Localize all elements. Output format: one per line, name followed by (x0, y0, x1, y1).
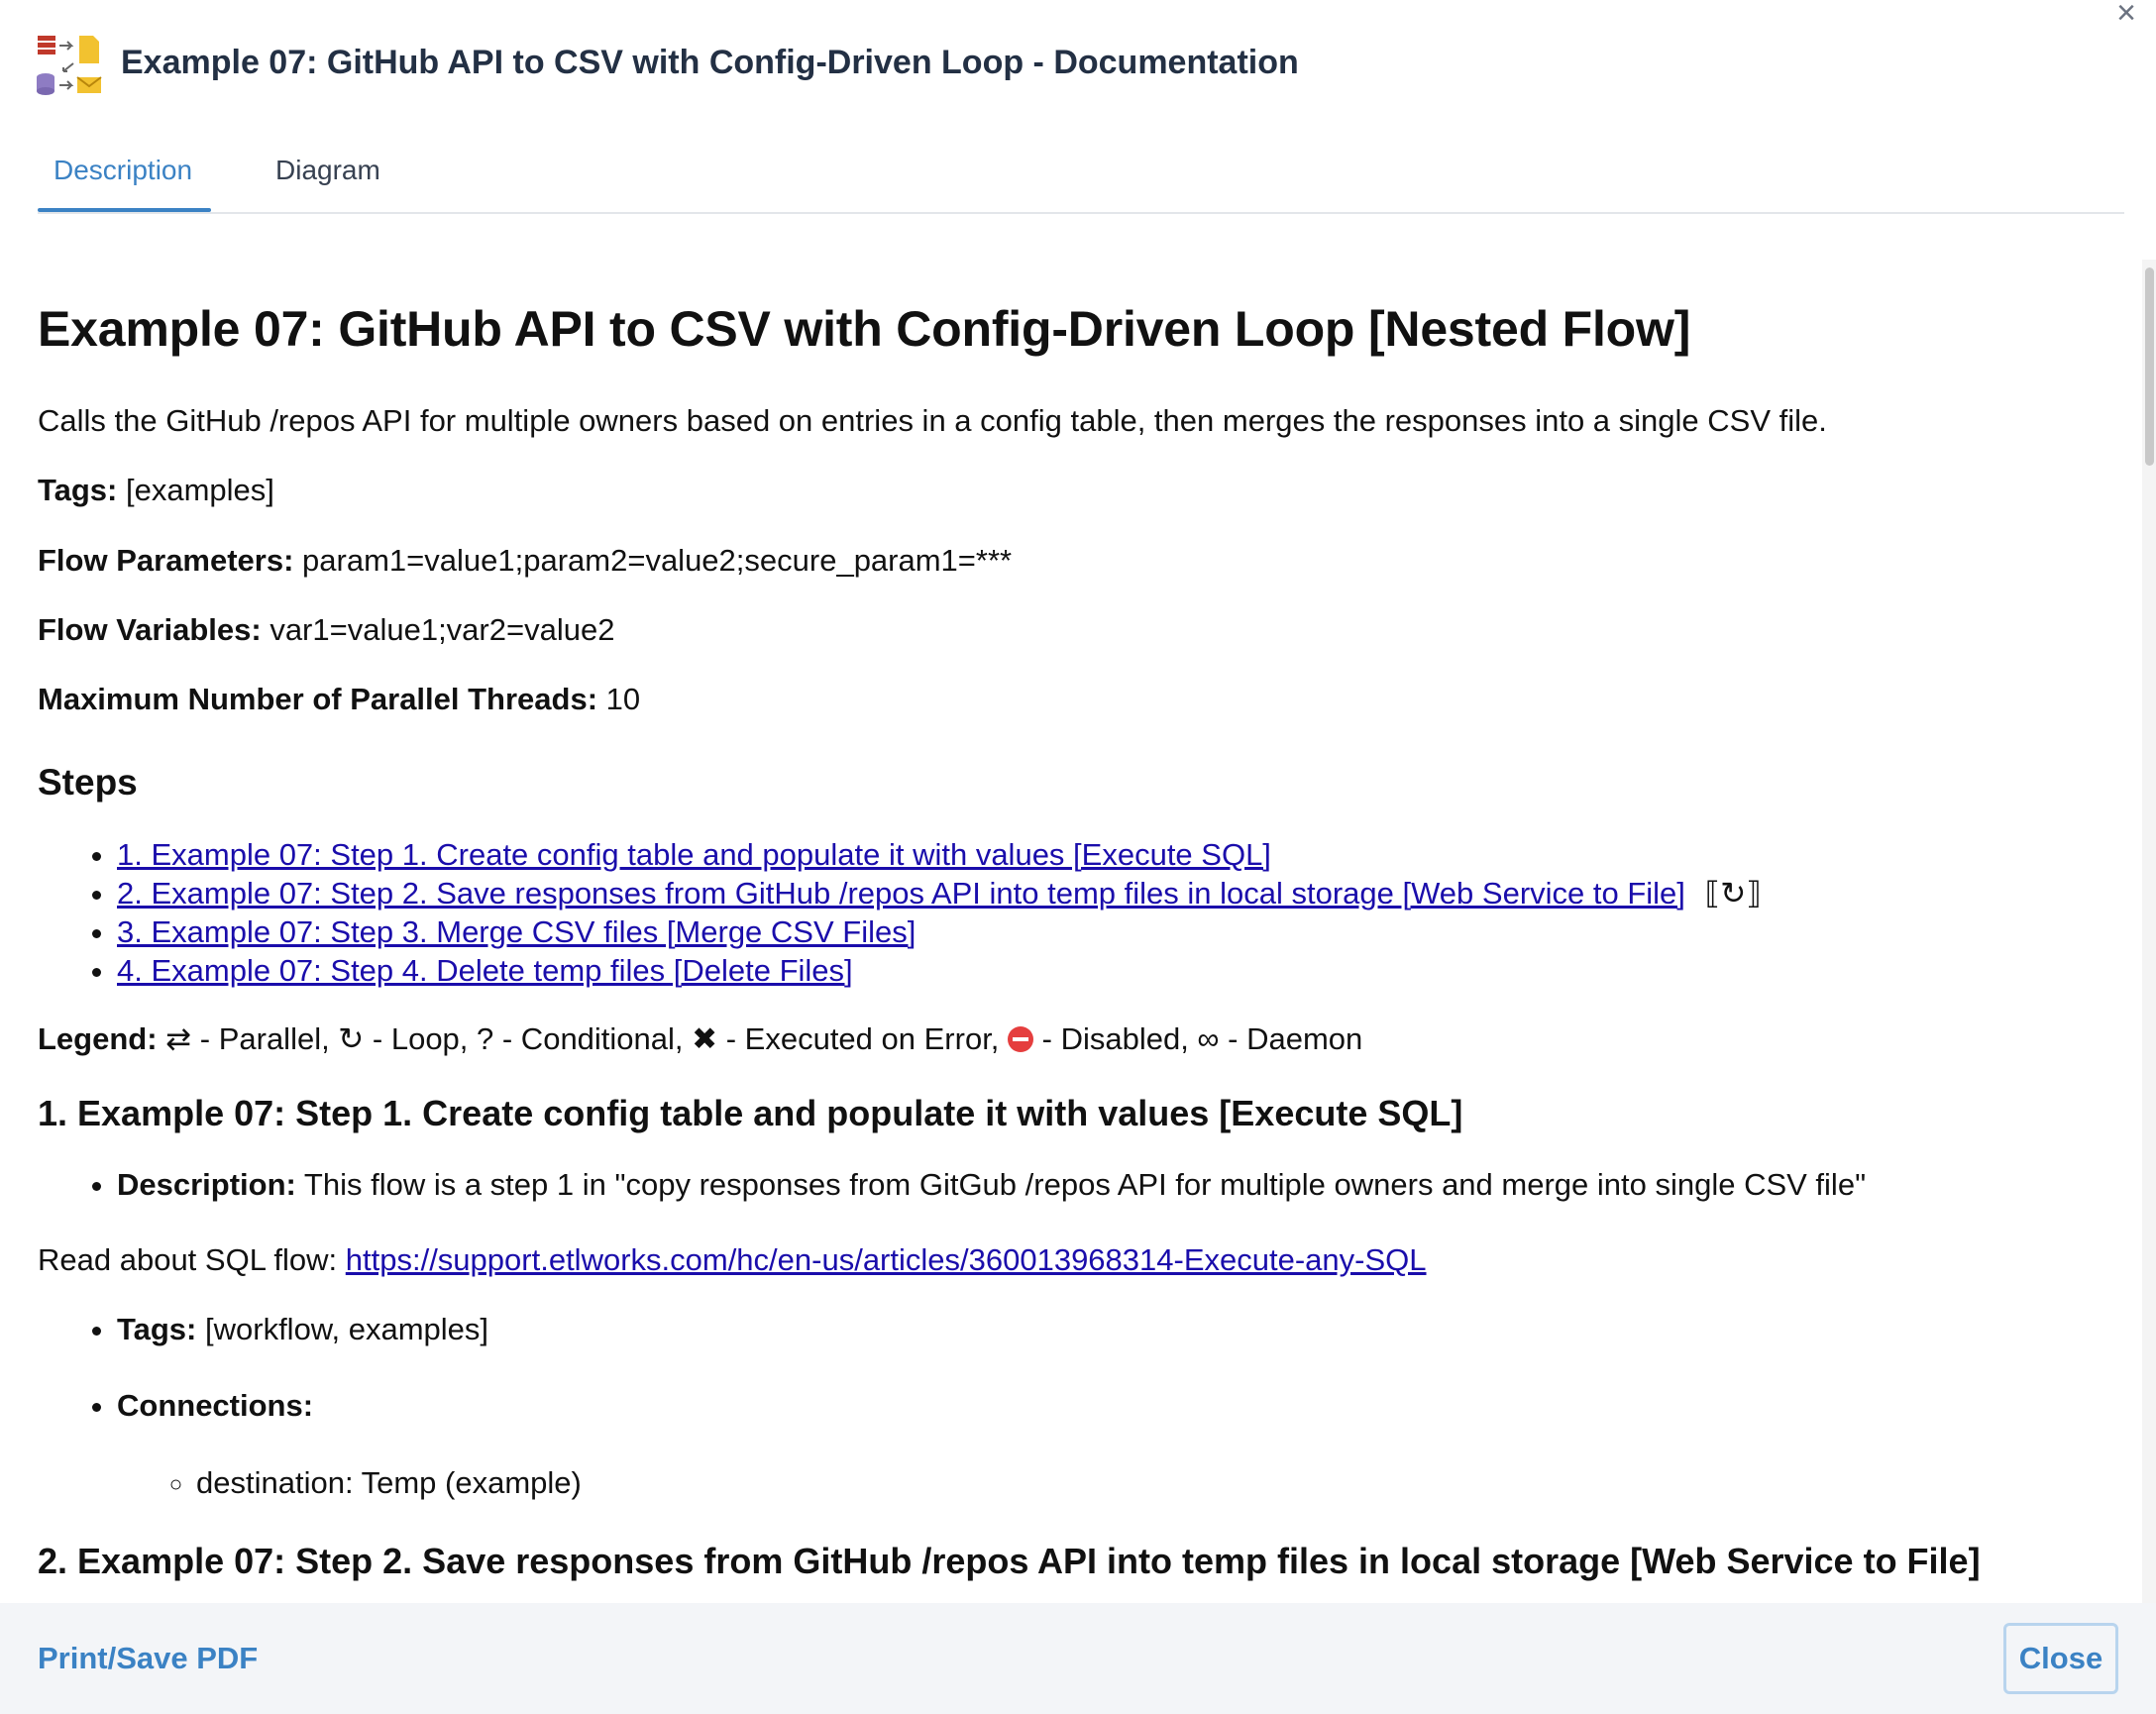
step-2-heading: 2. Example 07: Step 2. Save responses fr… (38, 1541, 1981, 1582)
connections-list: destination: Temp (example) (117, 1463, 2128, 1503)
dialog-header: Example 07: GitHub API to CSV with Confi… (0, 0, 2156, 129)
dialog-title: Example 07: GitHub API to CSV with Confi… (121, 44, 1299, 81)
tab-diagram[interactable]: Diagram (275, 155, 380, 210)
doc-tags: Tags: [examples] (38, 471, 2128, 510)
list-item: Description: This flow is a step 1 in "c… (117, 1165, 2128, 1205)
read-about-sql: Read about SQL flow: https://support.etl… (38, 1240, 2128, 1280)
list-item: 1. Example 07: Step 1. Create config tab… (117, 835, 2128, 874)
step-1-description-label: Description: (117, 1166, 296, 1202)
step-1-heading: 1. Example 07: Step 1. Create config tab… (38, 1092, 1463, 1133)
vars-value: var1=value1;var2=value2 (261, 611, 615, 647)
loop-marker: ⟦↻⟧ (1704, 875, 1762, 911)
list-item: 4. Example 07: Step 4. Delete temp files… (117, 951, 2128, 990)
legend-label: Legend: (38, 1020, 158, 1056)
step-1-description-value: This flow is a step 1 in "copy responses… (295, 1166, 1867, 1202)
doc-flow-variables: Flow Variables: var1=value1;var2=value2 (38, 610, 2128, 650)
legend: Legend: ⇄ - Parallel, ↻ - Loop, ? - Cond… (38, 1019, 2128, 1059)
step-1-tags-value: [workflow, examples] (196, 1312, 488, 1347)
step-4-link[interactable]: 4. Example 07: Step 4. Delete temp files… (117, 953, 853, 988)
params-label: Flow Parameters: (38, 542, 294, 578)
legend-parallel-loop-conditional-error: ⇄ - Parallel, ↻ - Loop, ? - Conditional,… (157, 1020, 1009, 1056)
etl-flow-icon (37, 36, 102, 95)
tab-bar: Description Diagram (38, 139, 2124, 214)
tab-description-label: Description (54, 155, 193, 185)
active-tab-indicator (38, 208, 211, 212)
threads-label: Maximum Number of Parallel Threads: (38, 682, 598, 717)
step-2-link[interactable]: 2. Example 07: Step 2. Save responses fr… (117, 876, 1685, 911)
tab-description[interactable]: Description (54, 155, 192, 210)
print-save-pdf-button[interactable]: Print/Save PDF (38, 1641, 258, 1676)
step-3-link[interactable]: 3. Example 07: Step 3. Merge CSV files [… (117, 914, 916, 949)
list-item: 2. Example 07: Step 2. Save responses fr… (117, 874, 2128, 912)
dialog-footer: Print/Save PDF Close (0, 1603, 2156, 1714)
list-item: 3. Example 07: Step 3. Merge CSV files [… (117, 912, 2128, 951)
doc-flow-parameters: Flow Parameters: param1=value1;param2=va… (38, 541, 2128, 581)
tags-value: [examples] (117, 473, 274, 508)
tab-diagram-label: Diagram (275, 155, 380, 185)
steps-heading: Steps (38, 762, 138, 803)
doc-summary: Calls the GitHub /repos API for multiple… (38, 403, 1827, 438)
params-value: param1=value1;param2=value2;secure_param… (293, 542, 1013, 578)
documentation-content[interactable]: Example 07: GitHub API to CSV with Confi… (38, 258, 2128, 1605)
list-item: destination: Temp (example) (196, 1463, 2128, 1503)
step-1-link[interactable]: 1. Example 07: Step 1. Create config tab… (117, 837, 1271, 872)
sql-flow-link[interactable]: https://support.etlworks.com/hc/en-us/ar… (346, 1242, 1427, 1277)
read-about-prefix: Read about SQL flow: (38, 1241, 346, 1277)
list-item: Tags: [workflow, examples] (117, 1310, 2128, 1349)
list-item: Connections: destination: Temp (example) (117, 1386, 2128, 1504)
step-1-connections-label: Connections: (117, 1387, 314, 1423)
legend-disabled-daemon: - Disabled, ∞ - Daemon (1033, 1020, 1363, 1056)
step-1-meta: Tags: [workflow, examples] Connections: … (38, 1310, 2128, 1503)
close-button[interactable]: Close (2003, 1623, 2118, 1694)
doc-heading: Example 07: GitHub API to CSV with Confi… (38, 301, 1691, 357)
threads-value: 10 (597, 682, 641, 717)
close-icon[interactable]: × (2116, 0, 2136, 30)
doc-max-threads: Maximum Number of Parallel Threads: 10 (38, 680, 2128, 719)
vars-label: Flow Variables: (38, 611, 262, 647)
steps-list: 1. Example 07: Step 1. Create config tab… (38, 835, 2128, 990)
tags-label: Tags: (38, 473, 118, 508)
disabled-icon (1008, 1025, 1034, 1052)
step-1-details: Description: This flow is a step 1 in "c… (38, 1165, 2128, 1205)
scrollbar-thumb[interactable] (2145, 268, 2154, 466)
step-1-tags-label: Tags: (117, 1312, 197, 1347)
